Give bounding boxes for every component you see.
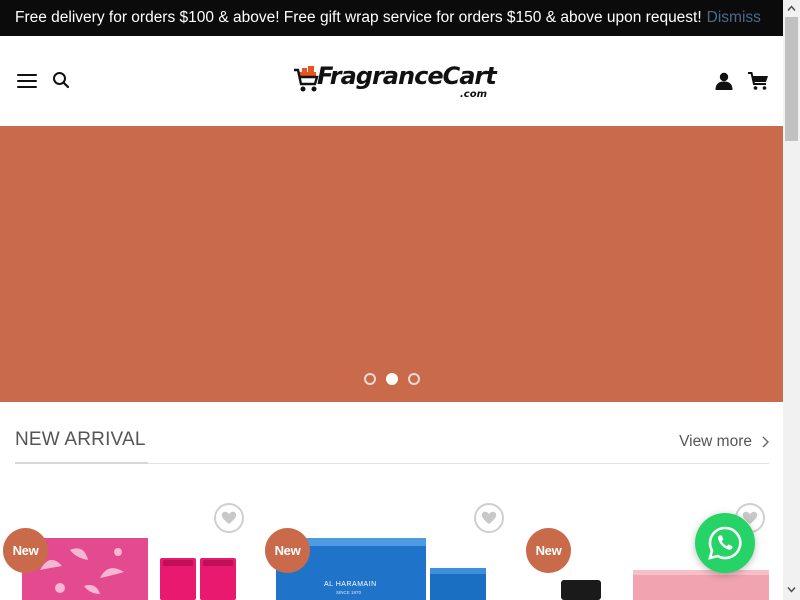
wishlist-button[interactable] (474, 503, 504, 533)
product-box-subtext: SINCE 1970 (336, 590, 362, 595)
logo-text: FragranceCart (317, 62, 497, 90)
new-badge: New (526, 528, 571, 573)
heart-icon (221, 511, 237, 524)
scrollbar-thumb[interactable] (785, 17, 798, 141)
page-scrollbar[interactable] (783, 0, 800, 600)
announcement-text: Free delivery for orders $100 & above! F… (15, 9, 702, 26)
user-icon[interactable] (715, 72, 733, 90)
slider-dot-3[interactable] (408, 373, 420, 385)
site-logo[interactable]: FragranceCart .com (293, 62, 497, 106)
cart-icon[interactable] (748, 71, 769, 91)
product-card[interactable]: New (0, 500, 250, 600)
whatsapp-icon (708, 526, 742, 560)
whatsapp-chat-button[interactable] (695, 513, 755, 573)
site-header: FragranceCart .com (0, 36, 783, 126)
product-card[interactable]: AL HARAMAIN SINCE 1970 New (262, 500, 512, 600)
menu-icon[interactable] (17, 72, 37, 88)
view-more-link[interactable]: View more (679, 433, 769, 451)
new-badge: New (265, 528, 310, 573)
announcement-bar: Free delivery for orders $100 & above! F… (0, 0, 783, 36)
new-arrival-section-header: NEW ARRIVAL View more (15, 402, 769, 466)
slider-dot-2[interactable] (386, 373, 398, 385)
heart-icon (481, 511, 497, 524)
new-badge: New (3, 528, 48, 573)
view-more-label: View more (679, 433, 752, 450)
hero-slider[interactable] (0, 126, 783, 402)
wishlist-button[interactable] (214, 503, 244, 533)
page: Free delivery for orders $100 & above! F… (0, 0, 783, 600)
section-title-underline (15, 462, 148, 464)
product-box-brand: AL HARAMAIN (324, 581, 377, 588)
slider-dots (364, 373, 420, 385)
logo-suffix: .com (460, 89, 488, 100)
section-title: NEW ARRIVAL (15, 429, 146, 450)
scroll-up-icon[interactable] (787, 4, 796, 13)
slider-dot-1[interactable] (364, 373, 376, 385)
search-icon[interactable] (52, 71, 70, 89)
chevron-right-icon (762, 436, 769, 448)
dismiss-link[interactable]: Dismiss (707, 9, 761, 27)
scroll-down-icon[interactable] (787, 585, 796, 594)
